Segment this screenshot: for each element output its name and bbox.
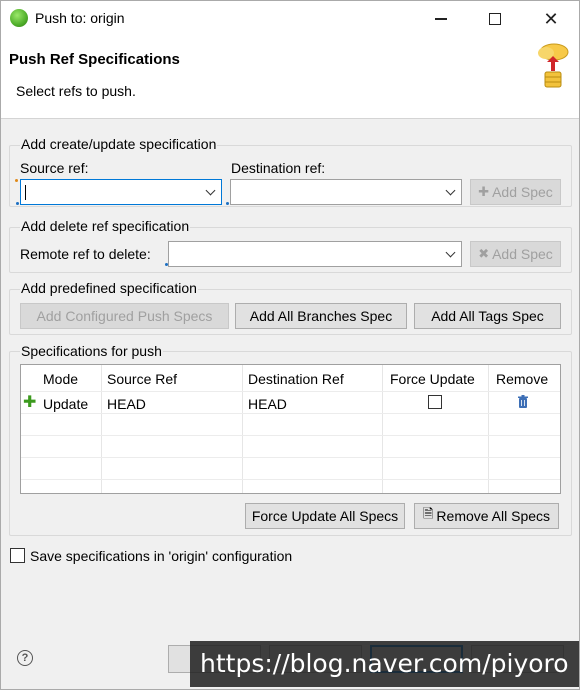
plus-icon: ✚ [23, 394, 37, 411]
source-ref-combo[interactable] [20, 179, 222, 205]
trash-icon[interactable] [517, 395, 529, 409]
row-divider [21, 391, 560, 392]
create-update-group-label: Add create/update specification [20, 136, 218, 152]
maximize-icon [489, 13, 501, 25]
add-spec-icon: ✚ [478, 184, 490, 199]
save-config-checkbox[interactable] [10, 548, 25, 563]
save-config-label[interactable]: Save specifications in 'origin' configur… [30, 548, 292, 564]
remove-all-specs-label: Remove All Specs [436, 508, 551, 524]
column-header-destination-ref[interactable]: Destination Ref [248, 371, 344, 387]
row-divider [21, 457, 560, 458]
required-marker [226, 202, 229, 205]
remote-ref-combo[interactable] [168, 241, 462, 267]
column-header-mode[interactable]: Mode [43, 371, 78, 387]
window-title: Push to: origin [35, 10, 125, 26]
title-bar: Push to: origin ✕ [1, 1, 579, 37]
chevron-down-icon[interactable] [207, 187, 215, 195]
required-marker [16, 202, 19, 205]
maximize-button[interactable] [472, 1, 518, 37]
remote-ref-label: Remote ref to delete: [20, 246, 151, 262]
push-cloud-icon [538, 43, 569, 88]
force-update-checkbox[interactable] [428, 395, 442, 409]
destination-ref-combo[interactable] [230, 179, 462, 205]
delete-spec-icon: ✖ [478, 246, 490, 261]
wizard-header: Push Ref Specifications Select refs to p… [1, 37, 579, 119]
column-divider [382, 365, 383, 493]
close-button[interactable]: ✕ [528, 1, 574, 37]
column-divider [242, 365, 243, 493]
mode-cell[interactable]: Update [43, 396, 88, 412]
row-divider [21, 479, 560, 480]
remove-all-specs-button[interactable]: 🗎 Remove All Specs [414, 503, 559, 529]
force-update-all-specs-button[interactable]: Force Update All Specs [245, 503, 405, 529]
remove-all-icon: 🗎 [422, 506, 434, 521]
add-delete-spec-button[interactable]: ✖ Add Spec [470, 241, 561, 267]
add-configured-push-specs-button[interactable]: Add Configured Push Specs [20, 303, 229, 329]
text-cursor [25, 185, 26, 200]
row-divider [21, 413, 560, 414]
push-dialog: Push to: origin ✕ Push Ref Specification… [0, 0, 580, 690]
page-title: Push Ref Specifications [9, 51, 180, 68]
source-ref-cell[interactable]: HEAD [107, 396, 146, 412]
page-subtitle: Select refs to push. [16, 83, 136, 99]
source-ref-label: Source ref: [20, 160, 89, 176]
column-divider [488, 365, 489, 493]
specifications-group-label: Specifications for push [20, 343, 163, 359]
destination-ref-cell[interactable]: HEAD [248, 396, 287, 412]
chevron-down-icon[interactable] [447, 187, 455, 195]
required-marker [15, 179, 18, 182]
row-divider [21, 435, 560, 436]
predefined-group-label: Add predefined specification [20, 280, 198, 296]
column-divider [101, 365, 102, 493]
minimize-icon [435, 18, 447, 20]
add-spec-label: Add Spec [492, 184, 553, 200]
specifications-table: Mode Source Ref Destination Ref Force Up… [20, 364, 561, 494]
help-icon[interactable]: ? [17, 650, 33, 666]
watermark: https://blog.naver.com/piyoro [190, 641, 579, 687]
column-header-source-ref[interactable]: Source Ref [107, 371, 177, 387]
chevron-down-icon[interactable] [447, 249, 455, 257]
add-all-tags-spec-button[interactable]: Add All Tags Spec [414, 303, 561, 329]
add-all-branches-spec-button[interactable]: Add All Branches Spec [235, 303, 407, 329]
minimize-button[interactable] [418, 1, 464, 37]
column-header-remove[interactable]: Remove [496, 371, 548, 387]
column-header-force-update[interactable]: Force Update [390, 371, 475, 387]
add-spec-button[interactable]: ✚ Add Spec [470, 179, 561, 205]
delete-ref-group-label: Add delete ref specification [20, 218, 191, 234]
destination-ref-label: Destination ref: [231, 160, 326, 176]
add-delete-spec-label: Add Spec [492, 246, 553, 262]
close-icon: ✕ [543, 8, 559, 29]
app-icon [10, 9, 28, 27]
